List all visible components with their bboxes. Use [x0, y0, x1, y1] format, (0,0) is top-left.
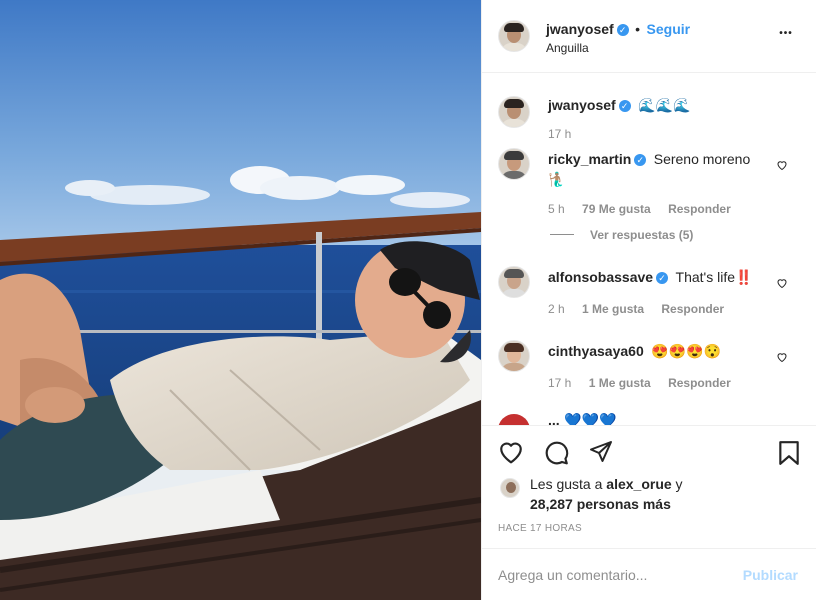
comment-username[interactable]: alfonsobassave [548, 269, 653, 285]
comment-meta: 2 h 1 Me gusta Responder [548, 302, 724, 316]
caption-text: 🌊🌊🌊 [638, 97, 691, 113]
comment-item: alfonsobassave ✓ That's life‼️ [548, 269, 752, 287]
comment-username[interactable]: cinthyasaya60 [548, 343, 644, 359]
comment-avatar[interactable] [498, 266, 530, 298]
liker-username[interactable]: alex_orue [606, 476, 671, 492]
author-avatar[interactable] [498, 20, 530, 52]
comment-bubble-icon[interactable] [544, 440, 570, 466]
likes-line: Les gusta a alex_orue y [530, 476, 683, 492]
comment-text: 😍😍😍😯 [651, 343, 721, 359]
likes-prefix: Les gusta a [530, 476, 603, 492]
post-photo[interactable] [0, 0, 481, 600]
add-comment-section: Agrega un comentario... Publicar [482, 548, 816, 601]
comment-like-heart-icon[interactable] [776, 277, 788, 289]
comment-item: ricky_martin ✓ Sereno moreno 🧜🏽‍♂️ [548, 151, 763, 188]
verified-badge-icon: ✓ [634, 153, 647, 166]
comment-meta: 17 h 1 Me gusta Responder [548, 376, 731, 390]
partial-comment: ... 💙💙💙 [548, 412, 616, 425]
follow-button[interactable]: Seguir [647, 21, 691, 37]
heart-icon[interactable] [498, 440, 524, 464]
caption-line: jwanyosef ✓ 🌊🌊🌊 [548, 97, 690, 115]
caption-author-avatar[interactable] [498, 96, 530, 128]
reply-button[interactable]: Responder [668, 202, 731, 216]
separator-dot: • [635, 21, 641, 37]
paper-plane-icon[interactable] [588, 440, 614, 464]
reply-button[interactable]: Responder [661, 302, 724, 316]
actions-section: Les gusta a alex_orue y 28,287 personas … [482, 425, 816, 556]
view-replies-button[interactable]: Ver respuestas (5) [590, 228, 693, 242]
comment-time: 5 h [548, 202, 565, 216]
bookmark-icon[interactable] [778, 440, 800, 466]
comment-avatar[interactable] [498, 148, 530, 180]
post-location[interactable]: Anguilla [546, 41, 589, 55]
comment-likes[interactable]: 1 Me gusta [582, 302, 644, 316]
comment-item: cinthyasaya60 😍😍😍😯 [548, 343, 721, 361]
comment-meta: 5 h 79 Me gusta Responder [548, 202, 731, 216]
comment-text: Sereno moreno [653, 151, 751, 167]
likes-suffix: y [675, 476, 683, 492]
comment-time: 17 h [548, 376, 572, 390]
reply-button[interactable]: Responder [668, 376, 731, 390]
comment-emoji: 🧜🏽‍♂️ [548, 171, 566, 187]
partial-comment-username: ... [548, 412, 560, 425]
partial-comment-text: 💙💙💙 [564, 412, 617, 425]
double-exclamation-icon: ‼️ [735, 269, 753, 285]
replies-divider [550, 234, 574, 235]
post-panel: jwanyosef ✓ • Seguir Anguilla ••• jwanyos… [481, 0, 816, 600]
author-username[interactable]: jwanyosef [546, 21, 614, 37]
comment-username[interactable]: ricky_martin [548, 151, 631, 167]
likes-count[interactable]: 28,287 personas más [530, 496, 671, 512]
comment-like-heart-icon[interactable] [776, 159, 788, 171]
comment-like-heart-icon[interactable] [776, 351, 788, 363]
caption-time: 17 h [548, 127, 572, 141]
verified-badge-icon: ✓ [656, 271, 669, 284]
comment-avatar[interactable] [498, 340, 530, 372]
verified-badge-icon: ✓ [618, 99, 631, 112]
comment-text: That's life [675, 269, 735, 285]
comment-likes[interactable]: 1 Me gusta [589, 376, 651, 390]
liker-avatar[interactable] [500, 478, 520, 498]
partial-comment-avatar [498, 414, 530, 425]
author-line: jwanyosef ✓ • Seguir [546, 21, 690, 39]
more-options-ellipsis-icon[interactable]: ••• [772, 28, 800, 39]
comment-likes[interactable]: 79 Me gusta [582, 202, 651, 216]
publish-button[interactable]: Publicar [743, 567, 798, 583]
post-timestamp[interactable]: HACE 17 HORAS [498, 523, 582, 534]
verified-badge-icon: ✓ [616, 23, 629, 36]
photo-illustration [0, 0, 481, 600]
caption-username[interactable]: jwanyosef [548, 97, 616, 113]
post-header: jwanyosef ✓ • Seguir Anguilla ••• [482, 0, 816, 73]
comment-time: 2 h [548, 302, 565, 316]
comment-input[interactable]: Agrega un comentario... [498, 567, 647, 583]
